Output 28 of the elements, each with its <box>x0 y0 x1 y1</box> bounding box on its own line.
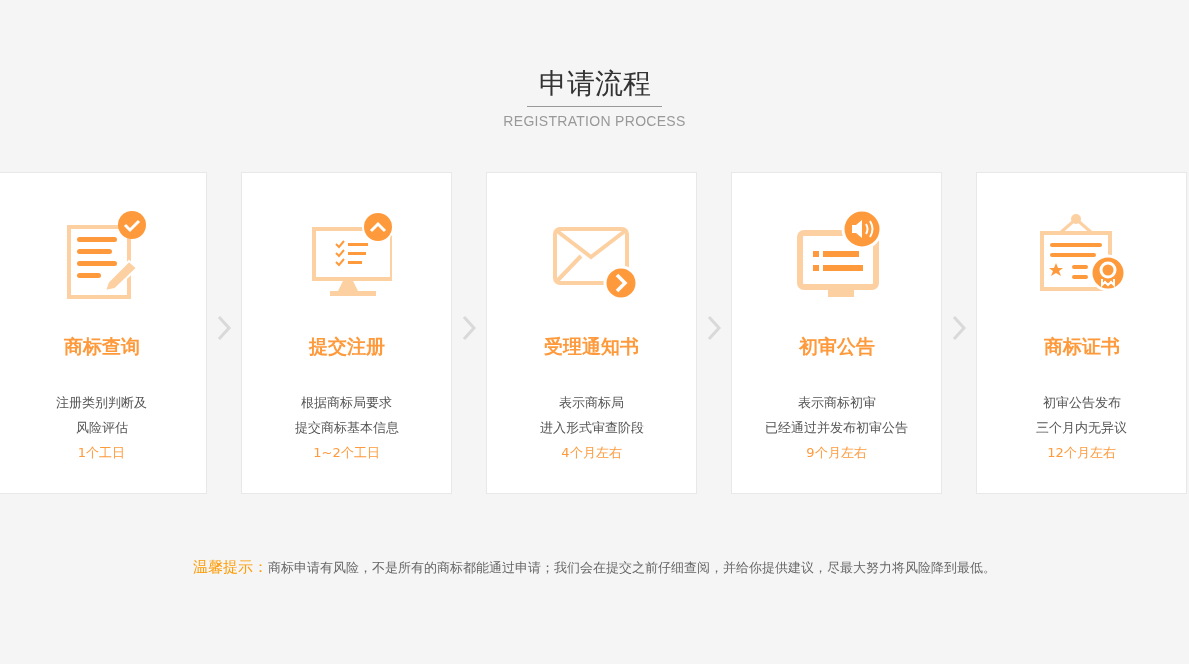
step-duration: 9个月左右 <box>806 444 867 462</box>
step-duration: 1~2个工日 <box>313 444 380 462</box>
chevron-right-icon <box>951 315 967 341</box>
step-title: 提交注册 <box>308 334 385 359</box>
step-description: 风险评估 <box>75 419 128 437</box>
step-description: 提交商标基本信息 <box>294 419 399 437</box>
step-description: 三个月内无异议 <box>1036 419 1127 437</box>
step-title: 初审公告 <box>798 334 875 359</box>
notice-text: 商标申请有风险，不是所有的商标都能通过申请；我们会在提交之前仔细查阅，并给你提供建议，尽最大努力将风险降到最低。 <box>268 560 996 575</box>
step-description: 根据商标局要求 <box>301 394 392 412</box>
notice-label: 温馨提示： <box>193 558 268 576</box>
step-description: 表示商标初审 <box>797 394 876 412</box>
chevron-right-icon <box>706 315 722 341</box>
section-title: 申请流程 <box>538 66 651 102</box>
step-title: 商标证书 <box>1043 334 1120 359</box>
step-duration: 12个月左右 <box>1047 444 1116 462</box>
section-subtitle: REGISTRATION PROCESS <box>503 113 686 129</box>
chevron-right-icon <box>216 315 232 341</box>
step-description: 初审公告发布 <box>1042 394 1121 412</box>
step-description: 注册类别判断及 <box>56 394 147 412</box>
step-description: 表示商标局 <box>559 394 624 412</box>
step-description: 已经通过并发布初审公告 <box>765 419 908 437</box>
step-title: 商标查询 <box>63 334 140 359</box>
step-duration: 1个工日 <box>77 444 126 462</box>
step-title: 受理通知书 <box>544 334 639 359</box>
chevron-right-icon <box>461 315 477 341</box>
step-duration: 4个月左右 <box>561 444 622 462</box>
step-description: 进入形式审查阶段 <box>539 419 644 437</box>
